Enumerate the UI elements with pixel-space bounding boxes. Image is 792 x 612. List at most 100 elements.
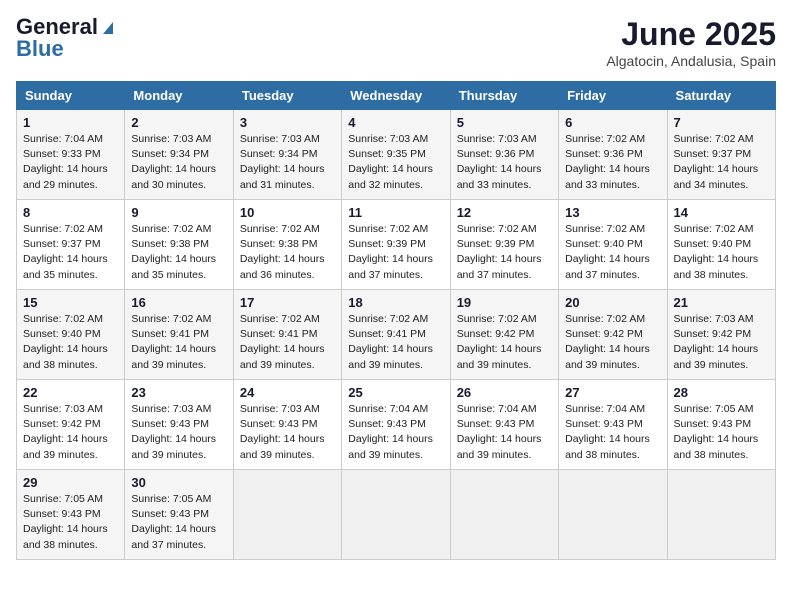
day-number-13: 13 bbox=[565, 205, 660, 220]
calendar-day-16: 16 Sunrise: 7:02 AM Sunset: 9:41 PM Dayli… bbox=[125, 290, 233, 380]
logo: General Blue bbox=[16, 16, 118, 60]
calendar-day-15: 15 Sunrise: 7:02 AM Sunset: 9:40 PM Dayli… bbox=[17, 290, 125, 380]
day-number-21: 21 bbox=[674, 295, 769, 310]
day-number-10: 10 bbox=[240, 205, 335, 220]
calendar-day-13: 13 Sunrise: 7:02 AM Sunset: 9:40 PM Dayli… bbox=[559, 200, 667, 290]
calendar-header-friday: Friday bbox=[559, 82, 667, 110]
calendar-empty-cell bbox=[233, 470, 341, 560]
logo-blue-text: Blue bbox=[16, 38, 64, 60]
day-info-24: Sunrise: 7:03 AM Sunset: 9:43 PM Dayligh… bbox=[240, 402, 335, 463]
calendar: SundayMondayTuesdayWednesdayThursdayFrid… bbox=[16, 81, 776, 560]
day-number-8: 8 bbox=[23, 205, 118, 220]
calendar-day-18: 18Sunrise: 7:02 AM Sunset: 9:41 PM Dayli… bbox=[342, 290, 450, 380]
day-number-25: 25 bbox=[348, 385, 443, 400]
calendar-empty-cell bbox=[559, 470, 667, 560]
day-number-17: 17 bbox=[240, 295, 335, 310]
day-info-18: Sunrise: 7:02 AM Sunset: 9:41 PM Dayligh… bbox=[348, 312, 443, 373]
day-number-14: 14 bbox=[674, 205, 769, 220]
logo-triangle-icon bbox=[99, 18, 117, 36]
day-info-25: Sunrise: 7:04 AM Sunset: 9:43 PM Dayligh… bbox=[348, 402, 443, 463]
day-info-13: Sunrise: 7:02 AM Sunset: 9:40 PM Dayligh… bbox=[565, 222, 660, 283]
calendar-day-24: 24 Sunrise: 7:03 AM Sunset: 9:43 PM Dayli… bbox=[233, 380, 341, 470]
calendar-day-25: 25 Sunrise: 7:04 AM Sunset: 9:43 PM Dayli… bbox=[342, 380, 450, 470]
day-info-12: Sunrise: 7:02 AM Sunset: 9:39 PM Dayligh… bbox=[457, 222, 552, 283]
day-number-19: 19 bbox=[457, 295, 552, 310]
day-info-17: Sunrise: 7:02 AM Sunset: 9:41 PM Dayligh… bbox=[240, 312, 335, 373]
calendar-day-21: 21 Sunrise: 7:03 AM Sunset: 9:42 PM Dayli… bbox=[667, 290, 775, 380]
day-info-1: Sunrise: 7:04 AM Sunset: 9:33 PM Dayligh… bbox=[23, 132, 118, 193]
day-number-7: 7 bbox=[674, 115, 769, 130]
calendar-empty-cell bbox=[450, 470, 558, 560]
day-number-5: 5 bbox=[457, 115, 552, 130]
calendar-day-20: 20Sunrise: 7:02 AM Sunset: 9:42 PM Dayli… bbox=[559, 290, 667, 380]
calendar-day-10: 10 Sunrise: 7:02 AM Sunset: 9:38 PM Dayli… bbox=[233, 200, 341, 290]
day-number-15: 15 bbox=[23, 295, 118, 310]
calendar-header-saturday: Saturday bbox=[667, 82, 775, 110]
day-info-2: Sunrise: 7:03 AM Sunset: 9:34 PM Dayligh… bbox=[131, 132, 226, 193]
title-area: June 2025 Algatocin, Andalusia, Spain bbox=[606, 16, 776, 69]
calendar-day-6: 6Sunrise: 7:02 AM Sunset: 9:36 PM Daylig… bbox=[559, 110, 667, 200]
calendar-day-29: 29Sunrise: 7:05 AM Sunset: 9:43 PM Dayli… bbox=[17, 470, 125, 560]
calendar-week-3: 15 Sunrise: 7:02 AM Sunset: 9:40 PM Dayli… bbox=[17, 290, 776, 380]
day-info-15: Sunrise: 7:02 AM Sunset: 9:40 PM Dayligh… bbox=[23, 312, 118, 373]
day-number-30: 30 bbox=[131, 475, 226, 490]
calendar-body: 1 Sunrise: 7:04 AM Sunset: 9:33 PM Daylig… bbox=[17, 110, 776, 560]
calendar-header-tuesday: Tuesday bbox=[233, 82, 341, 110]
calendar-header-thursday: Thursday bbox=[450, 82, 558, 110]
day-number-16: 16 bbox=[131, 295, 226, 310]
day-info-28: Sunrise: 7:05 AM Sunset: 9:43 PM Dayligh… bbox=[674, 402, 769, 463]
day-number-4: 4 bbox=[348, 115, 443, 130]
day-number-1: 1 bbox=[23, 115, 118, 130]
day-number-2: 2 bbox=[131, 115, 226, 130]
day-number-24: 24 bbox=[240, 385, 335, 400]
calendar-day-12: 12 Sunrise: 7:02 AM Sunset: 9:39 PM Dayli… bbox=[450, 200, 558, 290]
day-number-23: 23 bbox=[131, 385, 226, 400]
calendar-header-sunday: Sunday bbox=[17, 82, 125, 110]
day-info-26: Sunrise: 7:04 AM Sunset: 9:43 PM Dayligh… bbox=[457, 402, 552, 463]
day-number-9: 9 bbox=[131, 205, 226, 220]
day-info-3: Sunrise: 7:03 AM Sunset: 9:34 PM Dayligh… bbox=[240, 132, 335, 193]
day-info-16: Sunrise: 7:02 AM Sunset: 9:41 PM Dayligh… bbox=[131, 312, 226, 373]
day-number-12: 12 bbox=[457, 205, 552, 220]
calendar-week-4: 22Sunrise: 7:03 AM Sunset: 9:42 PM Dayli… bbox=[17, 380, 776, 470]
calendar-day-1: 1 Sunrise: 7:04 AM Sunset: 9:33 PM Daylig… bbox=[17, 110, 125, 200]
calendar-header-monday: Monday bbox=[125, 82, 233, 110]
day-info-23: Sunrise: 7:03 AM Sunset: 9:43 PM Dayligh… bbox=[131, 402, 226, 463]
calendar-day-14: 14 Sunrise: 7:02 AM Sunset: 9:40 PM Dayli… bbox=[667, 200, 775, 290]
logo-general-text: General bbox=[16, 16, 98, 38]
calendar-day-19: 19Sunrise: 7:02 AM Sunset: 9:42 PM Dayli… bbox=[450, 290, 558, 380]
day-info-21: Sunrise: 7:03 AM Sunset: 9:42 PM Dayligh… bbox=[674, 312, 769, 373]
day-number-26: 26 bbox=[457, 385, 552, 400]
calendar-day-8: 8 Sunrise: 7:02 AM Sunset: 9:37 PM Daylig… bbox=[17, 200, 125, 290]
header: General Blue June 2025 Algatocin, Andalu… bbox=[16, 16, 776, 69]
calendar-header-row: SundayMondayTuesdayWednesdayThursdayFrid… bbox=[17, 82, 776, 110]
day-info-27: Sunrise: 7:04 AM Sunset: 9:43 PM Dayligh… bbox=[565, 402, 660, 463]
day-info-8: Sunrise: 7:02 AM Sunset: 9:37 PM Dayligh… bbox=[23, 222, 118, 283]
calendar-day-30: 30 Sunrise: 7:05 AM Sunset: 9:43 PM Dayli… bbox=[125, 470, 233, 560]
day-info-22: Sunrise: 7:03 AM Sunset: 9:42 PM Dayligh… bbox=[23, 402, 118, 463]
calendar-day-11: 11 Sunrise: 7:02 AM Sunset: 9:39 PM Dayli… bbox=[342, 200, 450, 290]
calendar-week-2: 8 Sunrise: 7:02 AM Sunset: 9:37 PM Daylig… bbox=[17, 200, 776, 290]
calendar-day-3: 3 Sunrise: 7:03 AM Sunset: 9:34 PM Daylig… bbox=[233, 110, 341, 200]
day-info-30: Sunrise: 7:05 AM Sunset: 9:43 PM Dayligh… bbox=[131, 492, 226, 553]
day-number-11: 11 bbox=[348, 205, 443, 220]
day-info-11: Sunrise: 7:02 AM Sunset: 9:39 PM Dayligh… bbox=[348, 222, 443, 283]
calendar-day-17: 17 Sunrise: 7:02 AM Sunset: 9:41 PM Dayli… bbox=[233, 290, 341, 380]
location-title: Algatocin, Andalusia, Spain bbox=[606, 53, 776, 69]
day-info-14: Sunrise: 7:02 AM Sunset: 9:40 PM Dayligh… bbox=[674, 222, 769, 283]
month-title: June 2025 bbox=[606, 16, 776, 53]
day-number-28: 28 bbox=[674, 385, 769, 400]
day-info-29: Sunrise: 7:05 AM Sunset: 9:43 PM Dayligh… bbox=[23, 492, 118, 553]
calendar-day-28: 28 Sunrise: 7:05 AM Sunset: 9:43 PM Dayli… bbox=[667, 380, 775, 470]
day-info-10: Sunrise: 7:02 AM Sunset: 9:38 PM Dayligh… bbox=[240, 222, 335, 283]
day-info-7: Sunrise: 7:02 AM Sunset: 9:37 PM Dayligh… bbox=[674, 132, 769, 193]
day-number-6: 6 bbox=[565, 115, 660, 130]
day-number-3: 3 bbox=[240, 115, 335, 130]
calendar-day-26: 26 Sunrise: 7:04 AM Sunset: 9:43 PM Dayli… bbox=[450, 380, 558, 470]
calendar-day-5: 5 Sunrise: 7:03 AM Sunset: 9:36 PM Daylig… bbox=[450, 110, 558, 200]
calendar-day-7: 7 Sunrise: 7:02 AM Sunset: 9:37 PM Daylig… bbox=[667, 110, 775, 200]
calendar-day-27: 27Sunrise: 7:04 AM Sunset: 9:43 PM Dayli… bbox=[559, 380, 667, 470]
day-info-4: Sunrise: 7:03 AM Sunset: 9:35 PM Dayligh… bbox=[348, 132, 443, 193]
day-info-5: Sunrise: 7:03 AM Sunset: 9:36 PM Dayligh… bbox=[457, 132, 552, 193]
day-number-20: 20 bbox=[565, 295, 660, 310]
